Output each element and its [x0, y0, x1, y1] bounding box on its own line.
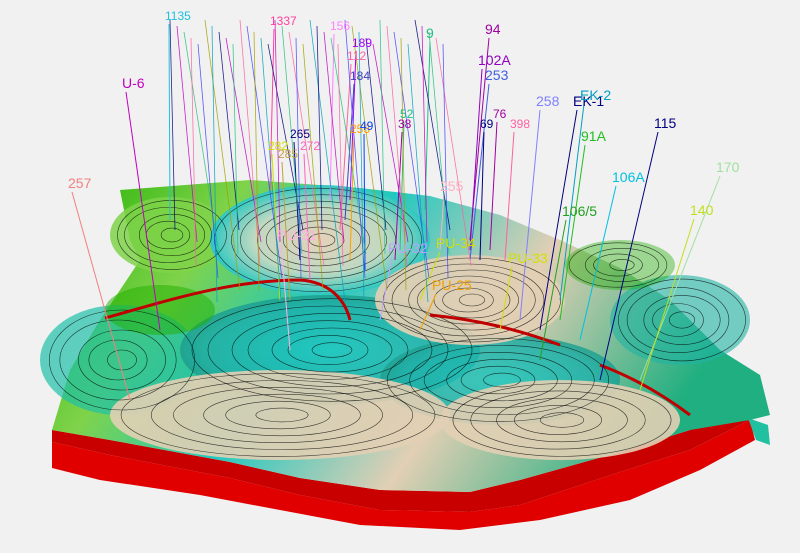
well-label[interactable]: 1135 — [165, 9, 191, 23]
well-label[interactable]: 255 — [440, 178, 464, 194]
well-label[interactable]: PU-34 — [436, 235, 476, 251]
well-label[interactable]: 398 — [510, 117, 530, 131]
well-label[interactable]: 170 — [716, 159, 740, 175]
well-label[interactable]: 52 — [400, 107, 414, 121]
well-label[interactable]: 1337 — [270, 14, 297, 28]
well-label[interactable]: 94 — [485, 21, 501, 37]
well-label[interactable]: 156 — [330, 19, 350, 33]
well-label[interactable]: 257 — [68, 175, 92, 191]
well-label[interactable]: 49 — [360, 119, 374, 133]
well-label[interactable]: 272 — [300, 139, 320, 153]
well-label[interactable]: U-6 — [122, 75, 145, 91]
well-label[interactable]: 189 — [352, 36, 372, 50]
well-label[interactable]: 9 — [426, 25, 434, 41]
well-label[interactable]: 140 — [690, 202, 714, 218]
well-label[interactable]: 115 — [654, 115, 677, 131]
well-label[interactable]: 76 — [493, 107, 507, 121]
well-label[interactable]: PU-33 — [508, 250, 548, 266]
well-label[interactable]: 184 — [350, 69, 370, 83]
well-label[interactable]: PU-32 — [388, 240, 428, 256]
well-label[interactable]: 253 — [485, 67, 509, 83]
geological-model-scene[interactable]: U-62579 94102A253258 EK-1EK-211591A106A170… — [0, 0, 800, 553]
well-label[interactable]: PU-25 — [432, 277, 472, 293]
well-label[interactable]: 106A — [612, 169, 645, 185]
well-label[interactable]: 112 — [347, 49, 366, 63]
well-label[interactable]: 69 — [480, 117, 494, 131]
well-label[interactable]: 258 — [536, 93, 560, 109]
well-label[interactable]: PU-31 — [277, 227, 317, 243]
3d-viewport[interactable]: U-6 257 9 94 102A 253 258 EK-1 EK-2 115 91A 106A 170… — [0, 0, 800, 553]
well-label[interactable]: 102A — [478, 52, 511, 68]
well-label[interactable]: 285 — [278, 147, 298, 161]
well-label[interactable]: 91A — [581, 128, 607, 144]
well-label[interactable]: 106/5 — [562, 203, 597, 219]
well-label[interactable]: EK-2 — [580, 87, 611, 103]
